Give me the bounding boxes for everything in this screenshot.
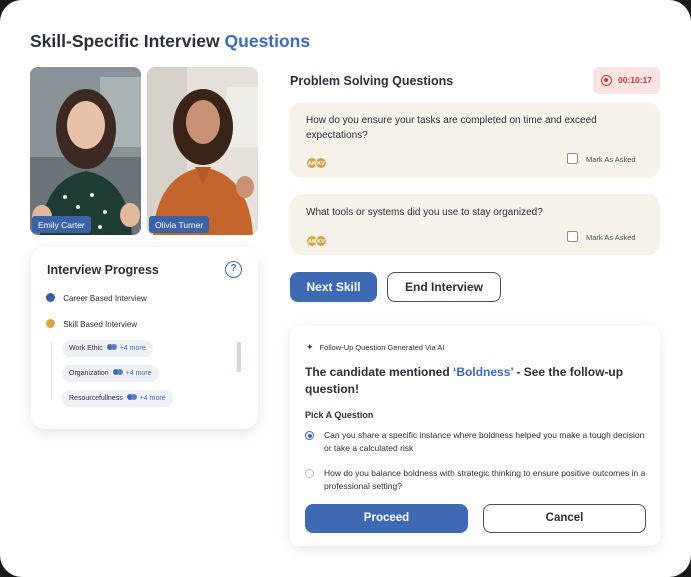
question-option-2[interactable]: How do you balance boldness with strateg… bbox=[305, 467, 650, 493]
page-title-accent: Questions bbox=[224, 31, 311, 51]
skill-chip-organization[interactable]: Organization +4 more bbox=[62, 365, 159, 382]
skill-chip-label: Organization bbox=[69, 370, 109, 377]
headline-prefix: The candidate mentioned bbox=[305, 365, 454, 379]
asker-avatars: AKKV bbox=[306, 152, 327, 170]
follow-up-headline: The candidate mentioned ‘Boldness’ - See… bbox=[305, 364, 645, 398]
headline-keyword: ‘Boldness’ bbox=[453, 365, 514, 379]
checkbox-icon bbox=[567, 231, 578, 242]
step-status-icon bbox=[46, 319, 55, 328]
radio-selected-icon[interactable] bbox=[305, 431, 314, 440]
skill-chip-more: +4 more bbox=[139, 395, 166, 402]
progress-step-career[interactable]: Career Based Interview bbox=[46, 293, 147, 303]
participant-video-image bbox=[147, 67, 258, 235]
question-text: What tools or systems did you use to sta… bbox=[306, 207, 543, 218]
skill-chip-more: +4 more bbox=[125, 370, 152, 377]
interview-card: Skill-Specific Interview Questions Emily… bbox=[0, 0, 691, 577]
skill-chip-work-ethic[interactable]: Work Ethic +4 more bbox=[62, 340, 153, 357]
next-skill-button[interactable]: Next Skill bbox=[290, 272, 377, 302]
timer-value: 00:10:17 bbox=[617, 75, 652, 85]
help-icon[interactable]: ? bbox=[225, 261, 242, 278]
skill-chip-resourcefullness[interactable]: Resourcefullness +4 more bbox=[62, 390, 173, 407]
radio-icon[interactable] bbox=[305, 469, 314, 478]
page-title-main: Skill-Specific Interview bbox=[30, 31, 220, 51]
proceed-button[interactable]: Proceed bbox=[305, 504, 468, 533]
video-tile-olivia[interactable]: Olivia Turner bbox=[147, 67, 258, 235]
ai-tag: ✦ Follow-Up Question Generated Via AI bbox=[306, 342, 444, 353]
question-option-1[interactable]: Can you share a specific instance where … bbox=[305, 429, 650, 455]
avatar: KV bbox=[315, 157, 327, 169]
participant-name: Olivia Turner bbox=[149, 216, 210, 233]
skill-chip-label: Resourcefullness bbox=[69, 395, 123, 402]
step-label: Career Based Interview bbox=[63, 294, 147, 303]
participant-video-image bbox=[30, 67, 141, 235]
mark-as-asked-checkbox[interactable]: Mark As Asked bbox=[567, 153, 636, 164]
page-title: Skill-Specific Interview Questions bbox=[30, 31, 310, 52]
video-tile-emily[interactable]: Emily Carter bbox=[30, 67, 141, 235]
end-interview-button[interactable]: End Interview bbox=[387, 272, 501, 302]
avatar-dot-icon bbox=[116, 369, 123, 375]
question-card: How do you ensure your tasks are complet… bbox=[290, 102, 660, 178]
checkbox-icon bbox=[567, 153, 578, 164]
avatar-dot-icon bbox=[130, 394, 137, 400]
cancel-button[interactable]: Cancel bbox=[483, 504, 646, 533]
avatar-dot-icon bbox=[110, 344, 117, 350]
pick-question-label: Pick A Question bbox=[305, 410, 374, 420]
participant-name: Emily Carter bbox=[32, 216, 91, 233]
sparkle-icon: ✦ bbox=[306, 342, 314, 352]
step-status-icon bbox=[46, 293, 55, 302]
follow-up-card: ✦ Follow-Up Question Generated Via AI The… bbox=[290, 326, 660, 546]
interview-progress-panel: Interview Progress ? Career Based Interv… bbox=[31, 247, 258, 429]
mark-as-asked-checkbox[interactable]: Mark As Asked bbox=[567, 231, 636, 242]
ai-tag-label: Follow-Up Question Generated Via AI bbox=[319, 343, 445, 352]
record-icon bbox=[601, 75, 612, 86]
tree-connector bbox=[51, 342, 52, 400]
option-text: Can you share a specific instance where … bbox=[324, 430, 645, 453]
skills-scrollbar[interactable] bbox=[237, 342, 241, 372]
question-card: What tools or systems did you use to sta… bbox=[290, 194, 660, 255]
mark-as-asked-label: Mark As Asked bbox=[586, 155, 636, 164]
section-title: Problem Solving Questions bbox=[290, 74, 454, 88]
avatar: KV bbox=[315, 235, 327, 247]
option-text: How do you balance boldness with strateg… bbox=[324, 468, 646, 491]
mark-as-asked-label: Mark As Asked bbox=[586, 233, 636, 242]
progress-step-skill[interactable]: Skill Based Interview bbox=[46, 319, 137, 329]
recording-timer: 00:10:17 bbox=[593, 67, 660, 94]
question-text: How do you ensure your tasks are complet… bbox=[306, 115, 597, 141]
skill-chip-more: +4 more bbox=[119, 345, 146, 352]
skill-chip-label: Work Ethic bbox=[69, 345, 103, 352]
step-label: Skill Based Interview bbox=[63, 320, 138, 329]
progress-title: Interview Progress bbox=[47, 263, 159, 277]
asker-avatars: AKKV bbox=[306, 230, 327, 248]
